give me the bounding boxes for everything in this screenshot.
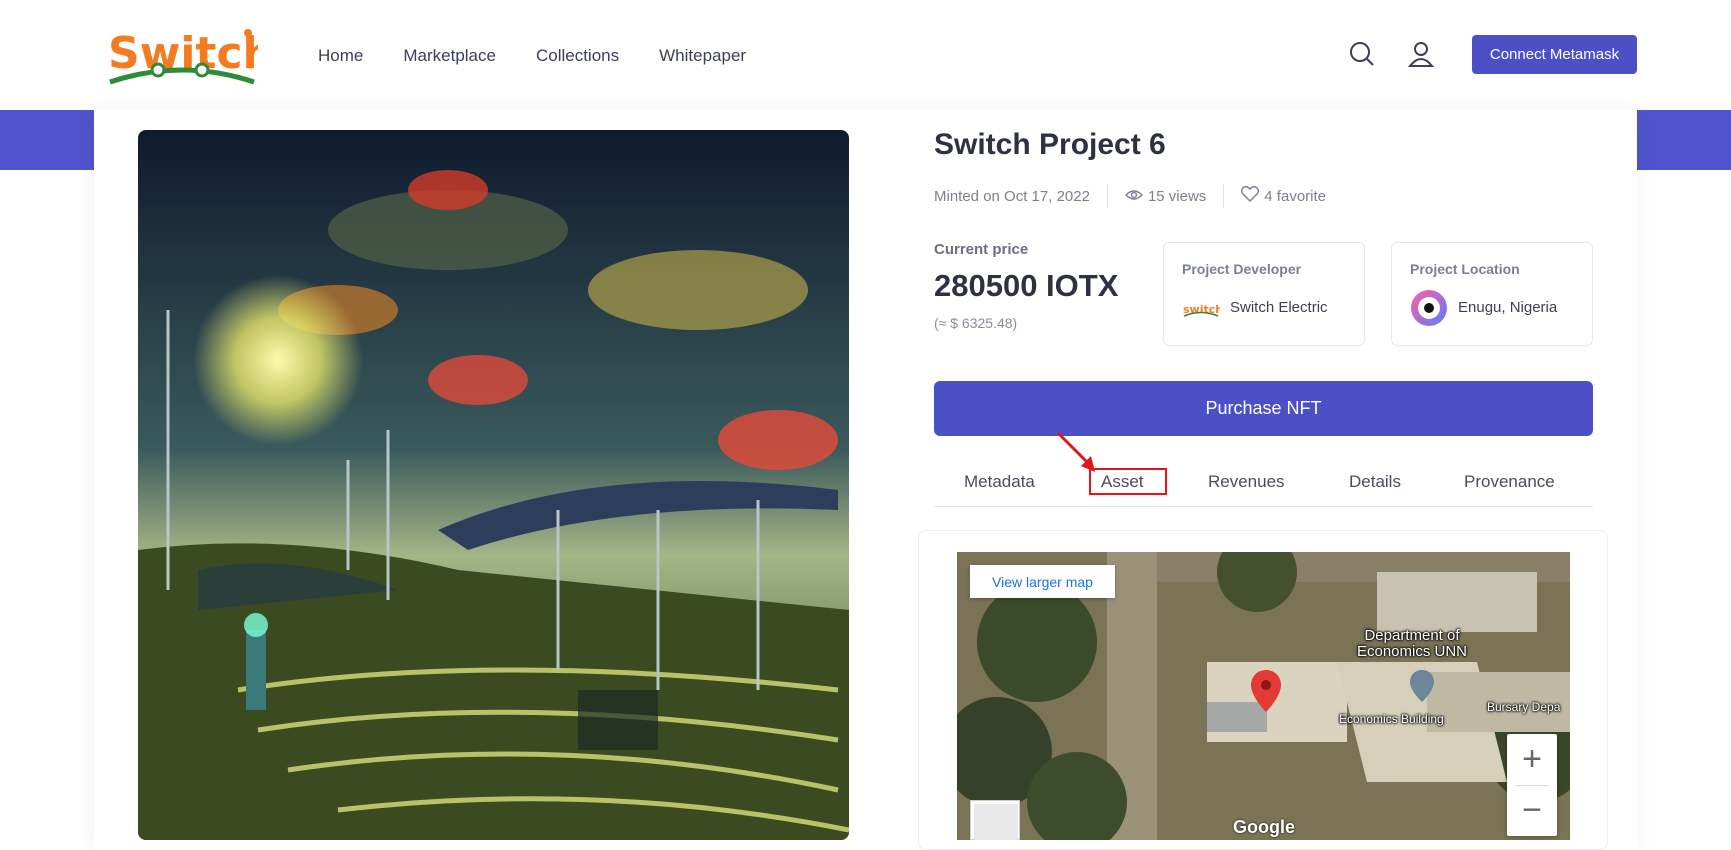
tab-metadata[interactable]: Metadata	[964, 472, 1035, 492]
location-name: Enugu, Nigeria	[1458, 299, 1558, 316]
location-map[interactable]: View larger map Department of Economics …	[957, 552, 1570, 840]
nav-home[interactable]: Home	[318, 46, 363, 66]
nav-collections[interactable]: Collections	[536, 46, 619, 66]
nft-tabs: Metadata Asset Revenues Details Provenan…	[934, 464, 1593, 507]
eye-icon	[1124, 188, 1143, 205]
developer-name: Switch Electric	[1230, 299, 1328, 316]
location-avatar	[1410, 289, 1448, 332]
zoom-out-button[interactable]: −	[1507, 785, 1557, 836]
map-building-label: Economics Building	[1339, 712, 1444, 726]
heart-icon[interactable]	[1241, 186, 1260, 206]
map-place-line-1: Department of	[1364, 627, 1460, 644]
tab-details[interactable]: Details	[1349, 472, 1401, 492]
google-logo: Google	[1233, 817, 1295, 837]
developer-label: Project Developer	[1182, 261, 1302, 277]
connect-metamask-button[interactable]: Connect Metamask	[1472, 35, 1637, 74]
pegman-icon	[974, 804, 1018, 840]
nft-artwork	[138, 130, 849, 840]
main-nav: Home Marketplace Collections Whitepaper	[318, 46, 746, 66]
map-place-label: Department of Economics UNN	[1337, 628, 1487, 660]
user-icon[interactable]	[1407, 40, 1435, 68]
views-count: 15 views	[1147, 187, 1207, 205]
project-developer-box[interactable]: Project Developer switch Switch Electric	[1163, 242, 1365, 346]
zoom-in-button[interactable]: +	[1507, 734, 1557, 785]
search-icon[interactable]	[1348, 40, 1376, 68]
favorite-count: 4 favorite	[1264, 187, 1326, 205]
price-value: 280500 IOTX	[934, 268, 1119, 303]
nav-whitepaper[interactable]: Whitepaper	[659, 46, 746, 66]
asset-tab-highlight	[1089, 468, 1167, 495]
nft-title: Switch Project 6	[934, 128, 1166, 161]
developer-logo: switch	[1182, 299, 1223, 324]
price-usd: (≈ $ 6325.48)	[934, 315, 1018, 331]
street-view-pegman[interactable]	[970, 800, 1020, 840]
nav-marketplace[interactable]: Marketplace	[403, 46, 496, 66]
tab-revenues[interactable]: Revenues	[1208, 472, 1285, 492]
tab-provenance[interactable]: Provenance	[1464, 472, 1555, 492]
map-bursary-label: Bursary Depa	[1487, 700, 1561, 714]
switch-logo[interactable]: Switch	[106, 24, 274, 86]
purchase-nft-button[interactable]: Purchase NFT	[934, 381, 1593, 436]
divider	[1106, 184, 1108, 208]
view-larger-map-link[interactable]: View larger map	[970, 565, 1115, 598]
nft-meta-row: Minted on Oct 17, 2022 15 views 4 favori…	[934, 184, 1326, 208]
map-zoom-controls: + −	[1507, 734, 1557, 836]
location-label: Project Location	[1410, 261, 1520, 277]
zoom-divider	[1515, 785, 1549, 786]
minted-date: Minted on Oct 17, 2022	[934, 187, 1090, 205]
project-location-box[interactable]: Project Location Enugu, Nigeria	[1391, 242, 1593, 346]
site-header: Switch Home Marketplace Collections Whit…	[0, 0, 1731, 110]
price-label: Current price	[934, 241, 1029, 258]
map-place-line-2: Economics UNN	[1356, 643, 1468, 660]
divider	[1223, 184, 1225, 208]
